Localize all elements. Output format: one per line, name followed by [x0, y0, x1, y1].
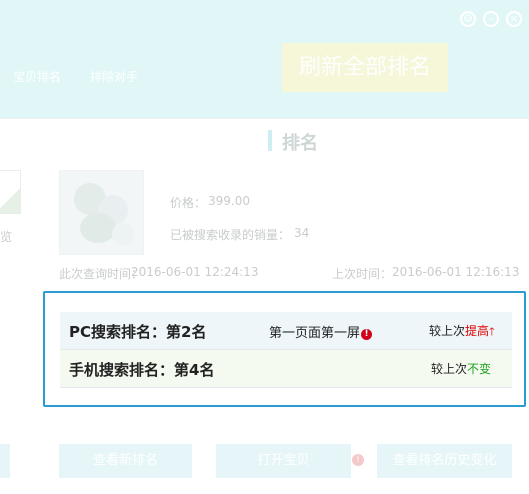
last-query-time: 2016-06-01 12:16:13	[392, 265, 520, 279]
tab-item-rank[interactable]: 宝贝排名	[13, 68, 61, 85]
section-title: 排名	[282, 133, 318, 154]
pc-rank-change: 较上次提高🡑	[429, 324, 495, 338]
pc-rank-row: PC搜索排名：第2名 第一页面第一屏! 较上次提高🡑	[60, 312, 512, 349]
pc-rank-position: 第一页面第一屏!	[269, 322, 373, 341]
ranking-panel: PC搜索排名：第2名 第一页面第一屏! 较上次提高🡑 手机搜索排名：第4名 较上…	[43, 291, 526, 407]
left-edge-button[interactable]	[0, 444, 10, 478]
previous-item-thumbnail[interactable]	[0, 170, 21, 214]
pc-rank-change-value: 提高	[465, 324, 490, 338]
refresh-all-rank-button[interactable]: 刷新全部排名	[282, 43, 448, 92]
previous-item-text: 览	[0, 230, 13, 244]
exclamation-icon: !	[352, 454, 364, 466]
price-value: 399.00	[208, 194, 250, 208]
mobile-rank-row: 手机搜索排名：第4名 较上次不变	[60, 350, 512, 387]
close-icon[interactable]: ×	[506, 11, 522, 27]
row-divider	[60, 387, 512, 388]
arrow-up-icon: 🡑	[489, 325, 495, 338]
exclamation-icon[interactable]: !	[361, 329, 373, 340]
last-query-time-label: 上次时间：	[332, 267, 393, 281]
mobile-rank-label: 手机搜索排名：第4名	[69, 361, 215, 379]
pc-rank-label: PC搜索排名：第2名	[69, 323, 207, 341]
section-title-marker	[268, 130, 272, 151]
indexed-sales-value: 34	[294, 226, 310, 240]
mobile-rank-change-value: 不变	[467, 362, 492, 376]
gear-icon[interactable]: ⚙	[460, 11, 476, 27]
view-new-rank-button[interactable]: 查看新排名	[59, 444, 192, 478]
header-banner: ⚙ – × 宝贝排名 排除对手 刷新全部排名	[0, 0, 529, 118]
view-rank-history-button[interactable]: 查看排名历史变化	[377, 444, 512, 478]
open-item-button[interactable]: 打开宝贝	[216, 444, 351, 478]
tab-exclude-rivals[interactable]: 排除对手	[90, 68, 138, 85]
current-query-time: 2016-06-01 12:24:13	[131, 265, 259, 279]
minimize-icon[interactable]: –	[483, 11, 499, 27]
price-label: 价格：	[170, 196, 207, 210]
indexed-sales-label: 已被搜索收录的销量：	[170, 228, 291, 242]
product-thumbnail	[59, 170, 144, 255]
mobile-rank-change: 较上次不变	[431, 362, 492, 376]
section-divider	[0, 118, 529, 119]
